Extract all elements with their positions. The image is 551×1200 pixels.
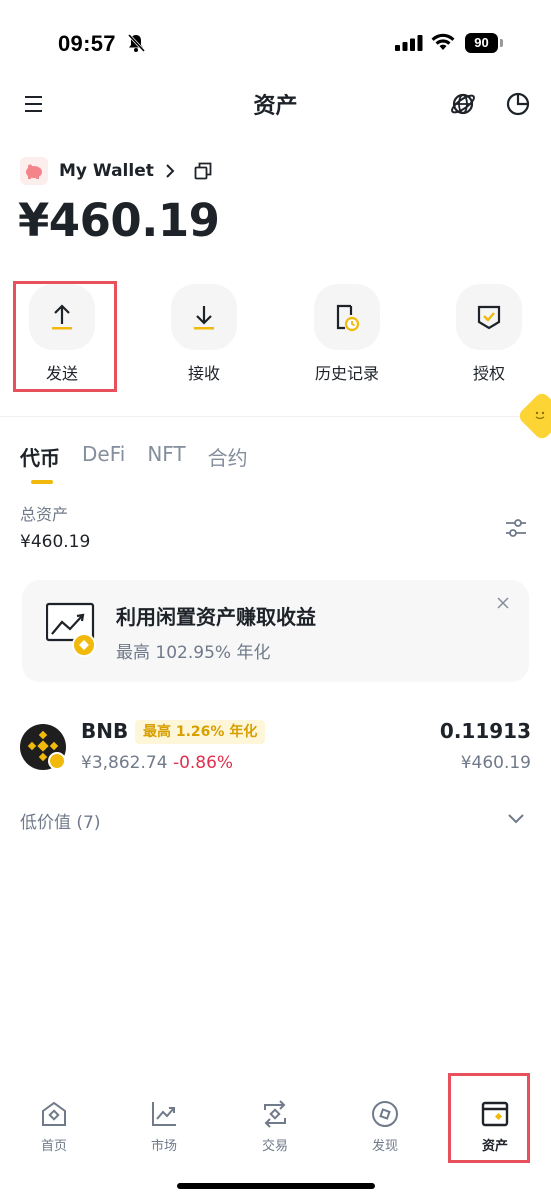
nav-discover[interactable]: 发现 — [345, 1099, 425, 1154]
send-highlight-box — [13, 281, 117, 392]
network-globe-icon[interactable] — [450, 91, 476, 117]
chevron-right-icon — [166, 164, 175, 178]
filter-settings-icon[interactable] — [504, 516, 528, 540]
signal-icon — [395, 35, 423, 51]
token-price: ¥3,862.74 — [81, 753, 168, 773]
approval-button[interactable]: 授权 — [439, 284, 539, 384]
arrow-down-icon — [194, 306, 214, 330]
smiley-icon — [535, 411, 545, 420]
token-symbol: BNB — [81, 719, 129, 743]
battery-icon: 90 — [465, 33, 503, 53]
home-indicator — [177, 1183, 375, 1189]
battery-level: 90 — [465, 33, 498, 53]
earn-promo-card[interactable]: 利用闲置资产赚取收益 最高 102.95% 年化 — [22, 580, 529, 682]
status-bar: 09:57 90 — [0, 0, 551, 86]
active-tab-indicator — [31, 480, 53, 484]
nav-market[interactable]: 市场 — [124, 1099, 204, 1154]
history-circle — [314, 284, 380, 350]
trade-icon — [264, 1100, 286, 1128]
home-icon — [42, 1101, 66, 1126]
total-assets-label: 总资产 — [20, 505, 69, 524]
token-change: -0.86% — [172, 753, 234, 773]
promo-subtitle: 最高 102.95% 年化 — [116, 643, 271, 663]
total-balance: ¥460.19 — [18, 194, 220, 247]
assets-nav-highlight-box — [448, 1073, 530, 1163]
header: 资产 — [0, 80, 551, 130]
nav-trade[interactable]: 交易 — [235, 1099, 315, 1154]
status-time: 09:57 — [58, 31, 116, 56]
wallet-selector[interactable]: My Wallet — [20, 156, 212, 186]
token-price-line: ¥3,862.74 -0.86% — [81, 753, 233, 773]
tab-defi[interactable]: DeFi — [82, 442, 125, 482]
piggy-bank-icon — [20, 157, 48, 185]
promo-title: 利用闲置资产赚取收益 — [116, 605, 316, 629]
apy-badge[interactable]: 最高 1.26% 年化 — [135, 720, 266, 744]
low-value-toggle[interactable]: 低价值 (7) — [20, 808, 100, 833]
nav-trade-label: 交易 — [261, 1139, 288, 1154]
chain-badge-icon — [48, 752, 66, 770]
chevron-down-icon[interactable] — [506, 811, 526, 827]
nav-home-label: 首页 — [40, 1139, 67, 1154]
token-row-bnb[interactable]: BNB 最高 1.26% 年化 ¥3,862.74 -0.86% 0.11913… — [20, 718, 531, 778]
token-fiat-value: ¥460.19 — [460, 753, 531, 773]
approval-icon — [477, 305, 501, 330]
tab-nft[interactable]: NFT — [147, 442, 185, 482]
discover-icon — [372, 1101, 398, 1127]
tab-tokens[interactable]: 代币 — [20, 442, 60, 482]
close-icon[interactable] — [496, 596, 510, 610]
market-chart-icon — [152, 1102, 176, 1126]
receive-button[interactable]: 接收 — [154, 284, 254, 384]
wallet-name[interactable]: My Wallet — [59, 161, 154, 181]
receive-circle — [171, 284, 237, 350]
asset-tabs: 代币 DeFi NFT 合约 — [20, 442, 270, 482]
nav-market-label: 市场 — [150, 1139, 177, 1154]
receive-label: 接收 — [187, 364, 220, 383]
pie-chart-icon[interactable] — [505, 91, 531, 117]
earn-chart-icon — [46, 602, 96, 657]
tab-contracts[interactable]: 合约 — [208, 442, 248, 482]
nav-home[interactable]: 首页 — [14, 1099, 94, 1154]
history-label: 历史记录 — [314, 364, 379, 383]
divider — [0, 416, 551, 417]
approval-label: 授权 — [472, 364, 505, 383]
bell-off-icon — [127, 33, 146, 53]
wifi-icon — [431, 33, 455, 50]
history-button[interactable]: 历史记录 — [297, 284, 397, 384]
history-icon — [336, 304, 360, 332]
total-assets-value: ¥460.19 — [20, 532, 91, 552]
token-amount: 0.11913 — [439, 719, 531, 743]
approval-circle — [456, 284, 522, 350]
nav-discover-label: 发现 — [371, 1139, 398, 1154]
copy-icon[interactable] — [194, 162, 212, 180]
